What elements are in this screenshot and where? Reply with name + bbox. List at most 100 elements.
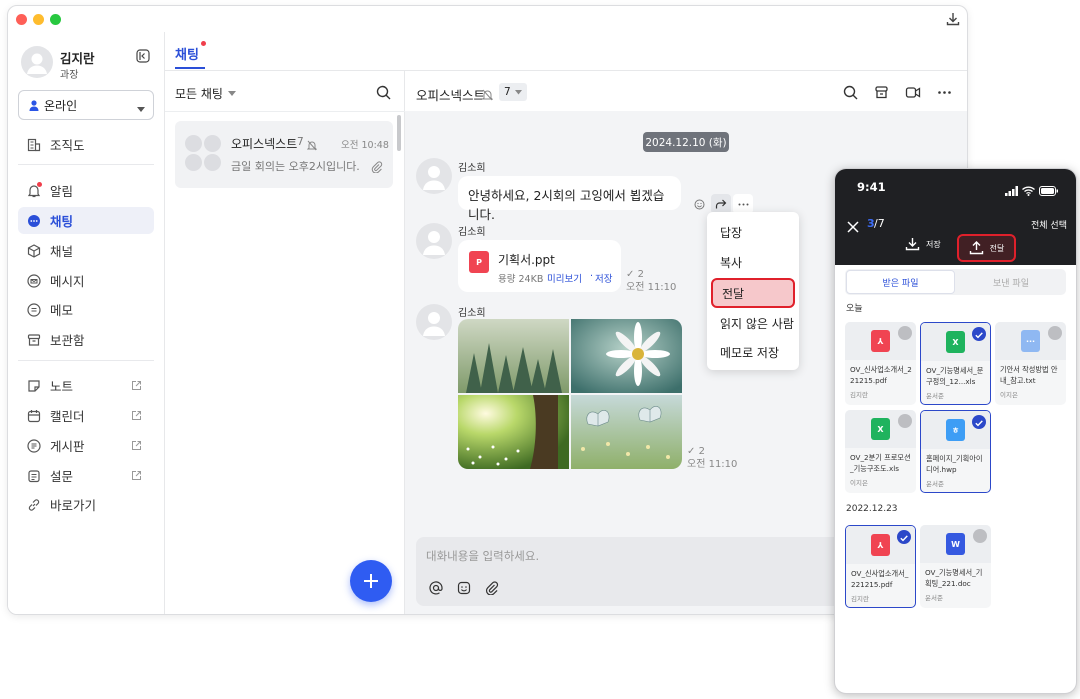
forward-button[interactable]: 전달 bbox=[957, 234, 1016, 262]
download-icon[interactable] bbox=[945, 11, 961, 31]
sidebar-item-label: 보관함 bbox=[50, 333, 85, 348]
select-checkbox[interactable] bbox=[972, 327, 986, 341]
mail-icon bbox=[26, 273, 42, 289]
file-owner: 윤서준 bbox=[926, 392, 944, 400]
chat-filter-dropdown[interactable]: 모든 채팅 bbox=[175, 85, 236, 102]
close-window-button[interactable] bbox=[16, 14, 27, 25]
more-icon[interactable] bbox=[937, 85, 952, 104]
save-button[interactable]: 저장 bbox=[905, 237, 941, 251]
select-checkbox[interactable] bbox=[1048, 326, 1062, 340]
hwp-file-icon: ㅎ bbox=[946, 419, 965, 441]
forward-icon[interactable] bbox=[711, 194, 731, 214]
menu-item-unread[interactable]: 읽지 않은 사람 bbox=[707, 308, 799, 338]
attachment-icon[interactable] bbox=[485, 580, 499, 599]
building-icon bbox=[26, 137, 42, 153]
video-call-icon[interactable] bbox=[905, 85, 921, 104]
sidebar-item-archive[interactable]: 보관함 bbox=[18, 326, 154, 353]
sidebar-item-channel[interactable]: 채널 bbox=[18, 237, 154, 264]
file-attachment-bubble[interactable]: P 기획서.ppt 용량 24KB 미리보기 · 저장 bbox=[458, 240, 621, 292]
menu-item-copy[interactable]: 복사 bbox=[707, 247, 799, 277]
chat-room-title: 오피스넥스트 bbox=[416, 88, 486, 103]
select-checkbox[interactable] bbox=[897, 530, 911, 544]
sender-name: 김소희 bbox=[458, 163, 486, 174]
file-name: OV_기능명세서_문구정의_12...xls bbox=[926, 366, 984, 386]
file-owner: 김지란 bbox=[851, 595, 869, 603]
file-card[interactable]: X OV_2분기 프로모션_기능구조도.xls 이지은 bbox=[845, 410, 916, 493]
menu-item-save-memo[interactable]: 메모로 저장 bbox=[707, 337, 799, 367]
search-icon[interactable] bbox=[843, 85, 858, 104]
file-tab-switch: 받은 파일 보낸 파일 bbox=[845, 269, 1066, 295]
divider bbox=[165, 111, 405, 112]
archive-icon[interactable] bbox=[874, 85, 889, 104]
user-avatar[interactable] bbox=[21, 46, 53, 78]
file-card[interactable]: ⅄ OV_신사업소개서_221215.pdf 김지란 bbox=[845, 525, 916, 608]
message-input[interactable]: 대화내용을 입력하세요. bbox=[426, 548, 539, 564]
avatar[interactable] bbox=[416, 223, 452, 259]
emoji-icon[interactable] bbox=[457, 580, 471, 599]
chat-room-item[interactable]: 오피스넥스트 7 오전 10:48 금일 회의는 오후2시입니다. bbox=[175, 121, 393, 188]
sidebar-item-shortcut[interactable]: 바로가기 bbox=[18, 491, 154, 518]
status-dropdown[interactable]: 온라인 bbox=[18, 90, 154, 120]
menu-item-forward[interactable]: 전달 bbox=[711, 278, 795, 308]
select-checkbox[interactable] bbox=[972, 415, 986, 429]
more-icon[interactable] bbox=[733, 194, 753, 214]
upload-icon bbox=[969, 241, 983, 255]
message-input-box[interactable]: 대화내용을 입력하세요. bbox=[416, 537, 856, 606]
tab-sent[interactable]: 보낸 파일 bbox=[957, 270, 1065, 294]
sidebar-item-survey[interactable]: 설문 bbox=[18, 462, 154, 489]
avatar[interactable] bbox=[416, 158, 452, 194]
file-owner: 이지은 bbox=[850, 479, 868, 487]
sidebar-item-board[interactable]: 게시판 bbox=[18, 432, 154, 459]
select-checkbox[interactable] bbox=[973, 529, 987, 543]
scrollbar[interactable] bbox=[397, 115, 401, 151]
new-chat-button[interactable] bbox=[350, 560, 392, 602]
survey-icon bbox=[26, 468, 42, 484]
section-today: 오늘 bbox=[846, 304, 863, 314]
unread-dot bbox=[200, 41, 206, 46]
room-preview: 금일 회의는 오후2시입니다. bbox=[231, 160, 360, 173]
tab-received[interactable]: 받은 파일 bbox=[846, 270, 955, 294]
mention-icon[interactable] bbox=[429, 580, 443, 599]
sidebar-item-chat[interactable]: 채팅 bbox=[18, 207, 154, 234]
sidebar-item-memo[interactable]: 메모 bbox=[18, 296, 154, 323]
chevron-down-icon bbox=[137, 102, 145, 116]
select-all-button[interactable]: 전체 선택 bbox=[1031, 218, 1067, 231]
file-name: OV_기능명세서_기획팅_221.doc bbox=[925, 568, 983, 588]
file-card[interactable]: ⅄ OV_신사업소개서_221215.pdf 김지란 bbox=[845, 322, 916, 405]
image-grid[interactable] bbox=[458, 319, 682, 469]
section-date: 2022.12.23 bbox=[846, 504, 898, 514]
minimize-window-button[interactable] bbox=[33, 14, 44, 25]
zoom-window-button[interactable] bbox=[50, 14, 61, 25]
ppt-file-icon: P bbox=[469, 251, 489, 273]
cube-icon bbox=[26, 243, 42, 259]
message-time: 오전 11:10 bbox=[626, 282, 677, 293]
sidebar-item-message[interactable]: 메시지 bbox=[18, 267, 154, 294]
sidebar-item-org[interactable]: 조직도 bbox=[18, 131, 154, 158]
collapse-sidebar-icon[interactable] bbox=[136, 48, 150, 67]
search-icon[interactable] bbox=[376, 85, 391, 104]
file-card[interactable]: ··· 기안서 작성방법 안내_참고.txt 이지은 bbox=[995, 322, 1066, 405]
close-icon[interactable] bbox=[847, 218, 859, 237]
file-size: 용량 24KB bbox=[498, 274, 544, 285]
sidebar: 김지란 과장 온라인 조직도 알림 채팅 채널 메시지 메모 보관함 노트 캘린… bbox=[8, 32, 165, 614]
file-card[interactable]: X OV_기능명세서_문구정의_12...xls 윤서준 bbox=[920, 322, 991, 405]
sidebar-item-label: 설문 bbox=[50, 469, 74, 484]
total-count: /7 bbox=[874, 217, 885, 230]
avatar[interactable] bbox=[416, 304, 452, 340]
reaction-icon[interactable] bbox=[689, 194, 709, 214]
menu-item-reply[interactable]: 답장 bbox=[707, 217, 799, 247]
tab-chat[interactable]: 채팅 bbox=[175, 41, 206, 63]
photo-thumbnails bbox=[458, 319, 682, 469]
preview-link[interactable]: 미리보기 bbox=[547, 271, 582, 285]
member-count-dropdown[interactable]: 7 bbox=[499, 83, 527, 101]
message-bubble[interactable]: 안녕하세요, 2시회의 고잉에서 뵙겠습니다. bbox=[458, 176, 681, 222]
file-card[interactable]: W OV_기능명세서_기획팅_221.doc 윤서준 bbox=[920, 525, 991, 608]
select-checkbox[interactable] bbox=[898, 326, 912, 340]
sidebar-item-note[interactable]: 노트 bbox=[18, 372, 154, 399]
sidebar-item-label: 바로가기 bbox=[50, 498, 97, 513]
file-card[interactable]: ㅎ 홈페이지_기획아이디어.hwp 윤서준 bbox=[920, 410, 991, 493]
select-checkbox[interactable] bbox=[898, 414, 912, 428]
save-link[interactable]: 저장 bbox=[595, 271, 612, 285]
sidebar-item-alerts[interactable]: 알림 bbox=[18, 177, 154, 204]
sidebar-item-calendar[interactable]: 캘린더 bbox=[18, 402, 154, 429]
